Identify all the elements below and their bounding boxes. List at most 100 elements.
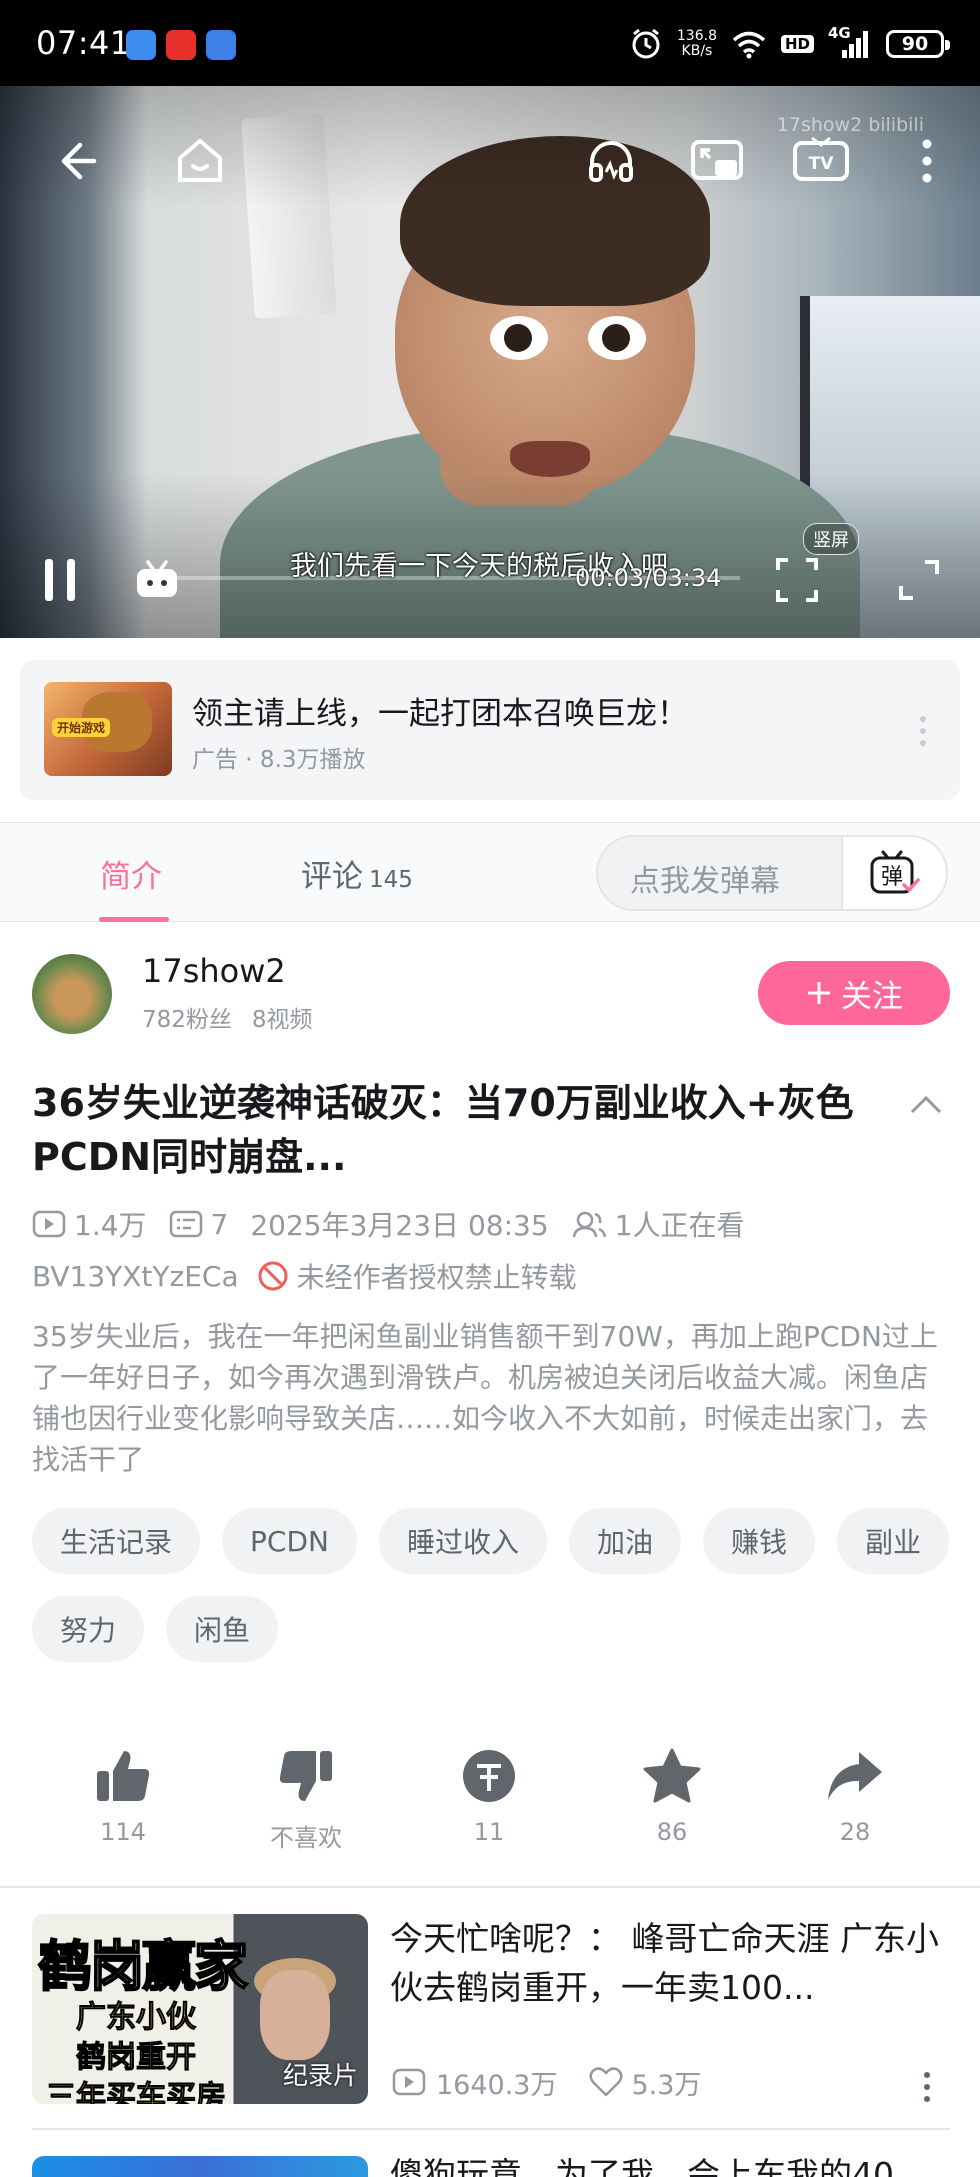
network-speed: 136.8 KB/s xyxy=(676,28,717,59)
tag-chip[interactable]: 赚钱 xyxy=(703,1508,816,1574)
tab-intro[interactable]: 简介 xyxy=(100,851,162,896)
svg-text:TV: TV xyxy=(809,154,835,174)
home-button[interactable] xyxy=(165,126,235,196)
dislike-button[interactable]: 不喜欢 xyxy=(236,1744,376,1853)
more-options-button[interactable] xyxy=(892,126,962,196)
no-repost-icon xyxy=(258,1261,288,1291)
progress-thumb[interactable] xyxy=(122,545,192,615)
watching-count: 1人正在看 xyxy=(614,1209,745,1242)
recommended-video-thumbnail[interactable]: 鹤岗赢家 广东小伙 鹤岗重开 三年买车买房 纪录片 xyxy=(32,1914,368,2104)
tag-chip[interactable]: 副业 xyxy=(837,1508,950,1574)
coin-count: 11 xyxy=(473,1818,505,1846)
pause-icon xyxy=(45,559,75,601)
video-title: 36岁失业逆袭神话破灭：当70万副业收入+灰色PCDN同时崩盘... xyxy=(32,1081,854,1179)
bilibili-tv-icon xyxy=(137,560,177,597)
uploader-name[interactable]: 17show2 xyxy=(142,952,286,990)
recommended-video-title[interactable]: 今天忙啥呢？： 峰哥亡命天涯 广东小伙去鹤岗重开，一年卖100... xyxy=(390,1914,950,2012)
app-notification-icon xyxy=(166,30,196,60)
pip-icon xyxy=(691,140,743,180)
comments-count: 145 xyxy=(369,867,413,893)
alarm-icon xyxy=(632,28,660,59)
like-button[interactable]: 114 xyxy=(53,1744,193,1846)
tag-chip[interactable]: 加油 xyxy=(568,1508,681,1574)
recommended-more-icon[interactable] xyxy=(922,2070,932,2104)
ad-more-icon[interactable] xyxy=(918,714,928,748)
tag-chip[interactable]: PCDN xyxy=(222,1508,357,1574)
vertical-screen-button[interactable] xyxy=(762,545,832,615)
app-notification-icon xyxy=(206,30,236,60)
fullscreen-button[interactable] xyxy=(884,545,954,615)
follow-label: 关注 xyxy=(841,978,903,1015)
tab-comments[interactable]: 评论 145 xyxy=(301,851,413,896)
recommended-video-thumbnail[interactable] xyxy=(32,2156,368,2177)
bvid[interactable]: BV13YXtYzECa xyxy=(32,1260,239,1293)
recommended-video-title[interactable]: 傻狗玩意，为了我，会上车我的40 xyxy=(390,2150,950,2177)
back-arrow-icon xyxy=(61,142,97,180)
coin-button[interactable]: 11 xyxy=(419,1744,559,1846)
svg-text:弹: 弹 xyxy=(880,865,902,890)
list-divider xyxy=(32,2128,950,2130)
section-divider xyxy=(0,1886,980,1888)
ad-meta: 广告 · 8.3万播放 xyxy=(192,747,366,773)
share-button[interactable]: 28 xyxy=(785,1744,925,1846)
bvid-row: BV13YXtYzECa 未经作者授权禁止转载 xyxy=(32,1256,577,1296)
star-icon xyxy=(643,1748,701,1803)
app-notification-icon xyxy=(126,30,156,60)
recommended-views: 1640.3万 xyxy=(436,2069,558,2101)
tag-chip[interactable]: 努力 xyxy=(32,1596,145,1662)
thumb-line: 三年买车买房 xyxy=(46,2080,227,2105)
video-meta: 1.4万 7 2025年3月23日 08:35 1人正在看 xyxy=(32,1204,766,1244)
uploader-fans: 782粉丝 xyxy=(142,1007,232,1033)
battery-icon: 90 xyxy=(886,30,950,58)
hd-badge: HD xyxy=(780,35,814,53)
thumb-line: 广东小伙 xyxy=(76,2000,197,2036)
signal-icon: 4G xyxy=(828,24,872,60)
cast-tv-button[interactable]: TV xyxy=(786,126,856,196)
ad-card[interactable]: 开始游戏 领主请上线，一起打团本召唤巨龙！ 广告 · 8.3万播放 xyxy=(20,660,960,800)
picture-in-picture-button[interactable] xyxy=(682,126,752,196)
ad-start-game-tag: 开始游戏 xyxy=(52,718,111,737)
favorite-button[interactable]: 86 xyxy=(602,1744,742,1846)
thumb-headline: 鹤岗赢家 xyxy=(37,1934,249,1999)
uploader-videos: 8视频 xyxy=(251,1007,313,1033)
pause-button[interactable] xyxy=(25,545,95,615)
fullscreen-frame-icon xyxy=(776,558,818,602)
audio-mode-button[interactable] xyxy=(576,126,646,196)
video-player[interactable]: 17show2 bilibili TV 我们先看一下今天的税后收入吧 00:03… xyxy=(0,86,980,638)
like-count: 114 xyxy=(100,1818,146,1846)
tag-chip[interactable]: 生活记录 xyxy=(32,1508,201,1574)
play-count-icon xyxy=(32,1210,66,1238)
recommended-likes: 5.3万 xyxy=(631,2069,702,2101)
back-button[interactable] xyxy=(40,126,110,196)
tag-chip[interactable]: 闲鱼 xyxy=(166,1596,279,1662)
ad-title[interactable]: 领主请上线，一起打团本召唤巨龙！ xyxy=(192,688,688,733)
tv-icon: TV xyxy=(793,136,849,181)
tag-chip[interactable]: 睡过收入 xyxy=(378,1508,547,1574)
danmaku-count-icon xyxy=(169,1210,202,1238)
thumb-line: 鹤岗重开 xyxy=(76,2040,197,2076)
video-time: 00:03/03:34 xyxy=(575,564,722,592)
danmaku-toggle-button[interactable]: 弹 xyxy=(843,837,946,909)
danmaku-input[interactable]: 点我发弹幕 弹 xyxy=(596,835,948,911)
status-bar: 07:41 136.8 KB/s HD 4G 90 xyxy=(0,0,980,86)
documentary-badge: 纪录片 xyxy=(282,2061,358,2090)
thumbs-up-icon xyxy=(97,1751,150,1801)
video-description: 35岁失业后，我在一年把闲鱼副业销售额干到70W，再加上跑PCDN过上了一年好日… xyxy=(32,1320,938,1476)
thumb-person xyxy=(260,1970,330,2060)
copyright-notice: 未经作者授权禁止转载 xyxy=(296,1261,577,1294)
follow-button[interactable]: 关注 xyxy=(758,961,950,1025)
headphones-icon xyxy=(589,141,633,182)
danmaku-icon: 弹 xyxy=(870,850,920,894)
coin-icon xyxy=(463,1750,515,1802)
watching-icon xyxy=(572,1211,606,1238)
chevron-up-icon[interactable] xyxy=(908,1092,944,1116)
tag-list: 生活记录 PCDN 睡过收入 加油 赚钱 副业 努力 闲鱼 xyxy=(32,1508,952,1662)
view-count: 1.4万 xyxy=(74,1209,147,1242)
heart-icon xyxy=(589,2067,623,2097)
plus-icon xyxy=(808,982,830,1004)
uploader-avatar[interactable] xyxy=(32,954,112,1034)
fullscreen-icon xyxy=(899,560,939,600)
ad-thumbnail[interactable]: 开始游戏 xyxy=(44,682,172,776)
more-vertical-icon xyxy=(922,139,932,183)
favorite-count: 86 xyxy=(656,1818,688,1846)
